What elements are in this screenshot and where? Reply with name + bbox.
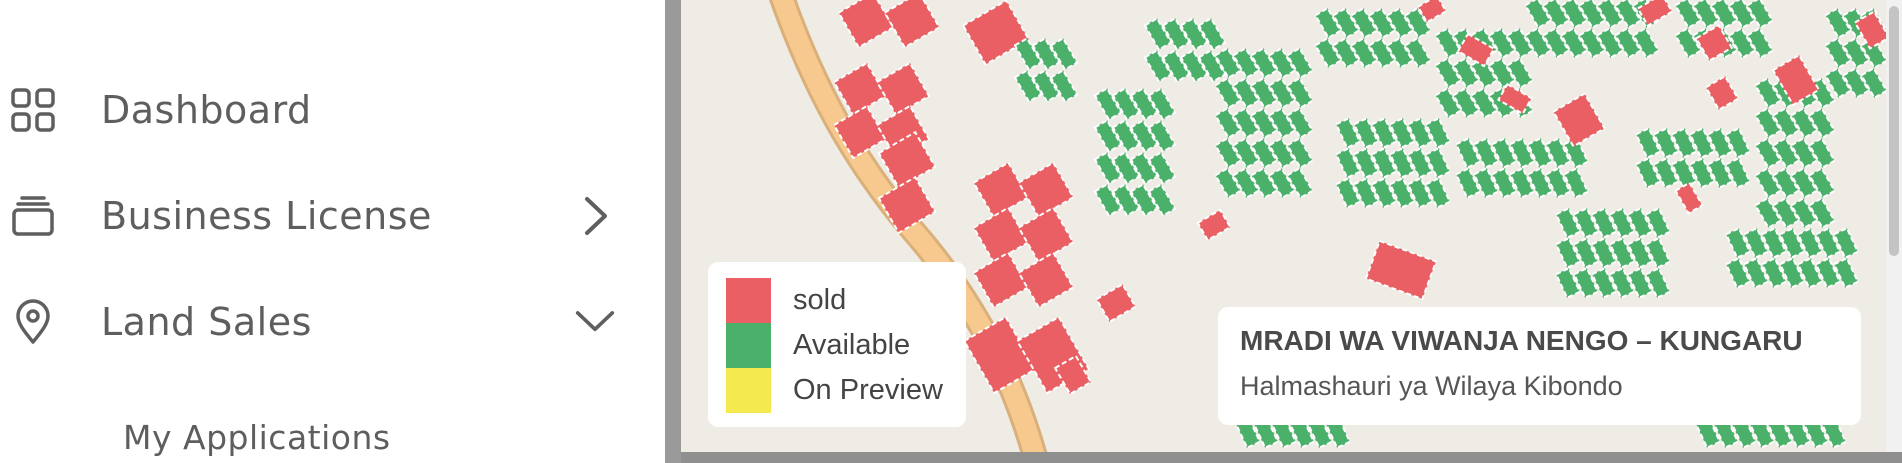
chevron-right-icon[interactable]: [575, 196, 615, 236]
legend-label: sold: [793, 283, 847, 316]
legend-swatch-on-preview: [726, 367, 771, 413]
legend-label: Available: [793, 328, 911, 361]
legend-item-on-preview: On Preview: [726, 367, 943, 413]
map-legend: sold Available On Preview: [708, 262, 966, 427]
sidebar-item-land-sales[interactable]: Land Sales: [0, 282, 640, 362]
sidebar-item-label: Business License: [101, 194, 432, 238]
land-plot[interactable]: [972, 206, 1030, 264]
sidebar-item-dashboard[interactable]: Dashboard: [0, 70, 640, 150]
project-subtitle: Halmashauri ya Wilaya Kibondo: [1240, 371, 1623, 401]
land-plot[interactable]: [837, 0, 895, 49]
panel-divider: [665, 0, 681, 463]
land-plot[interactable]: [1552, 92, 1606, 148]
project-info-box: MRADI WA VIWANJA NENGO – KUNGARU Halmash…: [1218, 307, 1861, 425]
map-bottom-bar: [681, 452, 1902, 463]
legend-item-available: Available: [726, 322, 911, 368]
sidebar-item-label: Dashboard: [101, 88, 312, 132]
land-plot[interactable]: [961, 0, 1031, 66]
map-scrollbar[interactable]: [1886, 0, 1902, 452]
sidebar-item-label: Land Sales: [101, 300, 312, 344]
legend-swatch-available: [726, 322, 771, 368]
land-plot[interactable]: [1364, 239, 1438, 301]
land-plot[interactable]: [883, 0, 941, 49]
grid-icon: [8, 85, 58, 135]
land-plot[interactable]: [972, 161, 1030, 219]
sidebar-item-business-license[interactable]: Business License: [0, 176, 640, 256]
legend-swatch-sold: [726, 277, 771, 323]
land-plot[interactable]: [875, 61, 931, 117]
legend-label: On Preview: [793, 373, 943, 406]
land-plot[interactable]: [1017, 251, 1075, 309]
cards-icon: [8, 191, 58, 241]
legend-item-sold: sold: [726, 277, 847, 323]
sidebar-subitem-my-applications[interactable]: My Applications: [123, 418, 391, 457]
project-title: MRADI WA VIWANJA NENGO – KUNGARU: [1240, 325, 1803, 356]
chevron-down-icon[interactable]: [575, 302, 615, 342]
land-plot[interactable]: [1196, 208, 1232, 242]
land-plot[interactable]: [1095, 282, 1137, 324]
sidebar: Dashboard Business License Land Sales My…: [0, 0, 665, 463]
land-plot[interactable]: [1017, 206, 1075, 264]
land-plot[interactable]: [1704, 74, 1740, 112]
land-plot[interactable]: [972, 251, 1030, 309]
scrollbar-thumb[interactable]: [1889, 6, 1899, 256]
land-plot[interactable]: [1674, 181, 1704, 215]
location-pin-icon: [8, 297, 58, 347]
land-plot[interactable]: [1017, 161, 1075, 219]
